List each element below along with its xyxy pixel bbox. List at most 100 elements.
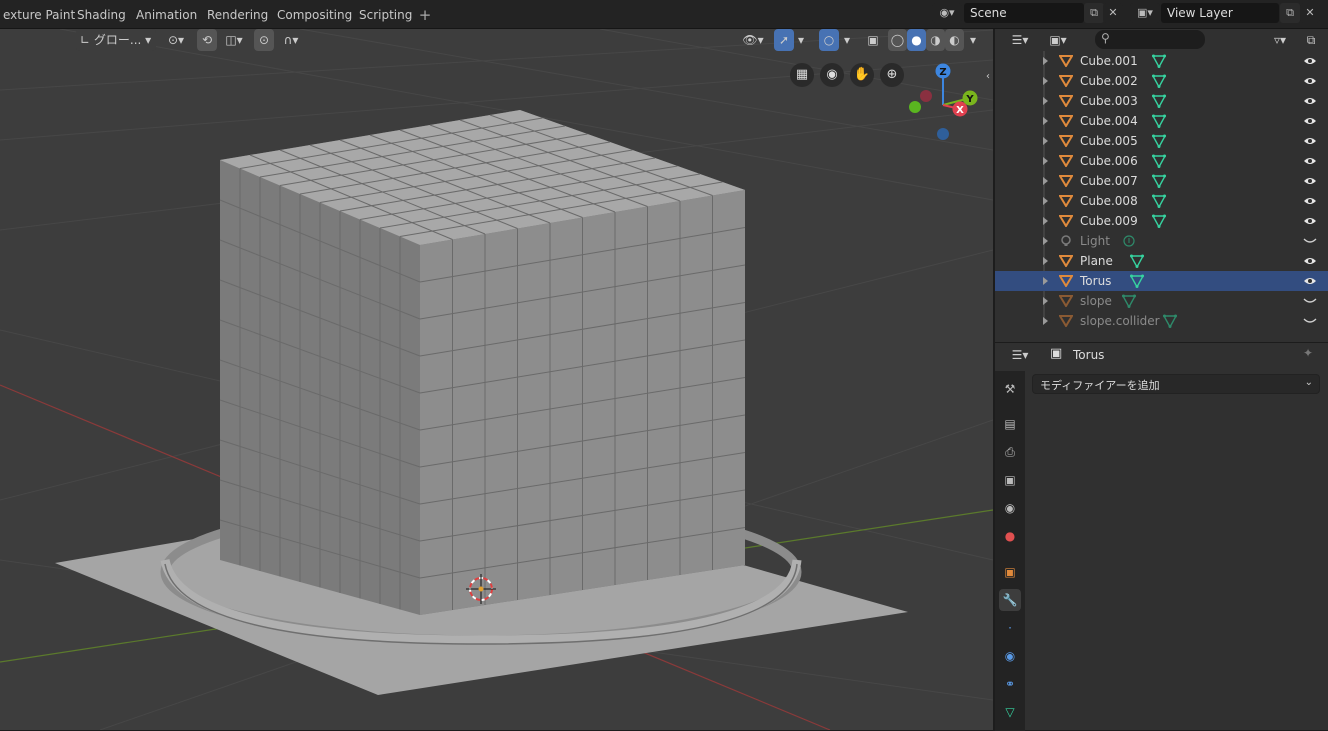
proportional-edit-icon[interactable]: ⊙ <box>254 29 274 51</box>
mesh-data-icon[interactable] <box>1122 294 1136 308</box>
shading-solid-icon[interactable]: ● <box>907 29 926 51</box>
eye-icon[interactable] <box>1303 156 1317 166</box>
outliner-item-cube-004[interactable]: Cube.004 <box>995 111 1328 131</box>
transform-orientation-dropdown[interactable]: ∟ グロー... ▾ <box>76 29 156 51</box>
data-tab-icon[interactable]: ▽ <box>999 701 1021 723</box>
expand-arrow-icon[interactable] <box>1043 157 1048 165</box>
mesh-data-icon[interactable] <box>1152 134 1166 148</box>
outliner-display-mode-dropdown[interactable]: ☰▾ <box>1005 29 1035 51</box>
add-workspace-button[interactable]: + <box>416 5 434 25</box>
snap-toggle-icon[interactable]: ⟲ <box>197 29 217 51</box>
new-view-layer-icon[interactable]: ⧉ <box>1280 3 1300 23</box>
tool-tab-icon[interactable]: ⚒ <box>999 378 1021 400</box>
outliner-item-torus[interactable]: Torus <box>995 271 1328 291</box>
mesh-data-icon[interactable] <box>1152 154 1166 168</box>
mesh-data-icon[interactable] <box>1152 194 1166 208</box>
outliner-item-cube-005[interactable]: Cube.005 <box>995 131 1328 151</box>
mesh-data-icon[interactable] <box>1152 114 1166 128</box>
outliner-item-cube-009[interactable]: Cube.009 <box>995 211 1328 231</box>
outliner-item-light[interactable]: Light <box>995 231 1328 251</box>
physics-tab-icon[interactable]: ◉ <box>999 645 1021 667</box>
3d-viewport[interactable]: ∟ グロー... ▾ ⊙▾ ⟲ ◫▾ ⊙ ∩▾ 👁▾ ➚ ▾ ○ ▾ ▣ ◯ ●… <box>0 29 993 730</box>
tab-rendering[interactable]: Rendering <box>198 5 277 25</box>
tab-shading[interactable]: Shading <box>68 5 135 25</box>
overlays-dropdown[interactable]: ▾ <box>840 29 854 51</box>
pan-view-icon[interactable]: ✋ <box>850 63 874 87</box>
eye-icon[interactable] <box>1303 216 1317 226</box>
mesh-data-icon[interactable] <box>1163 314 1177 328</box>
expand-arrow-icon[interactable] <box>1043 257 1048 265</box>
outliner-filter-dropdown[interactable]: ▿▾ <box>1265 29 1295 51</box>
outliner-filter-mode-dropdown[interactable]: ▣▾ <box>1043 29 1073 51</box>
gizmo-toggle-icon[interactable]: ➚ <box>774 29 794 51</box>
delete-view-layer-icon[interactable]: ✕ <box>1300 3 1320 23</box>
tab-scripting[interactable]: Scripting <box>350 5 421 25</box>
properties-editor-type-dropdown[interactable]: ☰▾ <box>1005 344 1035 366</box>
eye-closed-icon[interactable] <box>1303 296 1317 306</box>
world-tab-icon[interactable]: ● <box>999 525 1021 547</box>
shading-wireframe-icon[interactable]: ◯ <box>888 29 907 51</box>
outliner-item-plane[interactable]: Plane <box>995 251 1328 271</box>
outliner-item-slope[interactable]: slope <box>995 291 1328 311</box>
scene-tab-icon[interactable]: ◉ <box>999 497 1021 519</box>
pin-icon[interactable]: ✦ <box>1303 346 1313 360</box>
pivot-point-dropdown[interactable]: ⊙▾ <box>161 29 191 51</box>
eye-icon[interactable] <box>1303 256 1317 266</box>
expand-arrow-icon[interactable] <box>1043 57 1048 65</box>
outliner-item-cube-006[interactable]: Cube.006 <box>995 151 1328 171</box>
expand-arrow-icon[interactable] <box>1043 297 1048 305</box>
render-tab-icon[interactable]: ▤ <box>999 413 1021 435</box>
outliner-item-cube-001[interactable]: Cube.001 <box>995 51 1328 71</box>
expand-arrow-icon[interactable] <box>1043 137 1048 145</box>
new-scene-icon[interactable]: ⧉ <box>1084 3 1104 23</box>
eye-icon[interactable] <box>1303 76 1317 86</box>
light-data-icon[interactable] <box>1122 234 1136 248</box>
mesh-data-icon[interactable] <box>1152 214 1166 228</box>
view-layer-tab-icon[interactable]: ▣ <box>999 469 1021 491</box>
constraints-tab-icon[interactable]: ⚭ <box>999 673 1021 695</box>
outliner-item-cube-008[interactable]: Cube.008 <box>995 191 1328 211</box>
shading-material-icon[interactable]: ◑ <box>926 29 945 51</box>
new-collection-icon[interactable]: ⧉ <box>1300 29 1322 51</box>
outliner-item-cube-003[interactable]: Cube.003 <box>995 91 1328 111</box>
expand-arrow-icon[interactable] <box>1043 117 1048 125</box>
expand-arrow-icon[interactable] <box>1043 177 1048 185</box>
shading-rendered-icon[interactable]: ◐ <box>945 29 964 51</box>
expand-arrow-icon[interactable] <box>1043 97 1048 105</box>
eye-closed-icon[interactable] <box>1303 236 1317 246</box>
overlays-toggle-icon[interactable]: ○ <box>819 29 839 51</box>
mesh-data-icon[interactable] <box>1130 274 1144 288</box>
modifier-tab-icon[interactable]: 🔧 <box>999 589 1021 611</box>
snap-target-dropdown[interactable]: ◫▾ <box>219 29 249 51</box>
outliner-item-cube-002[interactable]: Cube.002 <box>995 71 1328 91</box>
view-layer-selector-icon[interactable]: ▣▾ <box>1130 3 1160 23</box>
expand-arrow-icon[interactable] <box>1043 217 1048 225</box>
output-tab-icon[interactable]: ⎙ <box>999 441 1021 463</box>
shading-options-dropdown[interactable]: ▾ <box>966 29 980 51</box>
expand-arrow-icon[interactable] <box>1043 237 1048 245</box>
eye-closed-icon[interactable] <box>1303 316 1317 326</box>
eye-icon[interactable] <box>1303 196 1317 206</box>
proportional-falloff-dropdown[interactable]: ∩▾ <box>276 29 306 51</box>
view-layer-name-field[interactable]: View Layer <box>1161 3 1279 23</box>
visibility-dropdown[interactable]: 👁▾ <box>737 29 769 51</box>
outliner-item-cube-007[interactable]: Cube.007 <box>995 171 1328 191</box>
delete-scene-icon[interactable]: ✕ <box>1103 3 1123 23</box>
eye-icon[interactable] <box>1303 56 1317 66</box>
expand-arrow-icon[interactable] <box>1043 317 1048 325</box>
mesh-data-icon[interactable] <box>1152 74 1166 88</box>
particles-tab-icon[interactable]: ⋅ <box>999 617 1021 639</box>
mesh-data-icon[interactable] <box>1130 254 1144 268</box>
expand-arrow-icon[interactable] <box>1043 77 1048 85</box>
xray-toggle-icon[interactable]: ▣ <box>863 29 883 51</box>
mesh-data-icon[interactable] <box>1152 94 1166 108</box>
eye-icon[interactable] <box>1303 116 1317 126</box>
eye-icon[interactable] <box>1303 276 1317 286</box>
add-modifier-dropdown[interactable]: モディファイアーを追加 ⌄ <box>1032 374 1320 394</box>
scene-name-field[interactable]: Scene <box>964 3 1084 23</box>
mesh-data-icon[interactable] <box>1152 54 1166 68</box>
cube-array[interactable] <box>219 110 746 615</box>
expand-arrow-icon[interactable] <box>1043 277 1048 285</box>
eye-icon[interactable] <box>1303 136 1317 146</box>
gizmo-dropdown[interactable]: ▾ <box>794 29 808 51</box>
